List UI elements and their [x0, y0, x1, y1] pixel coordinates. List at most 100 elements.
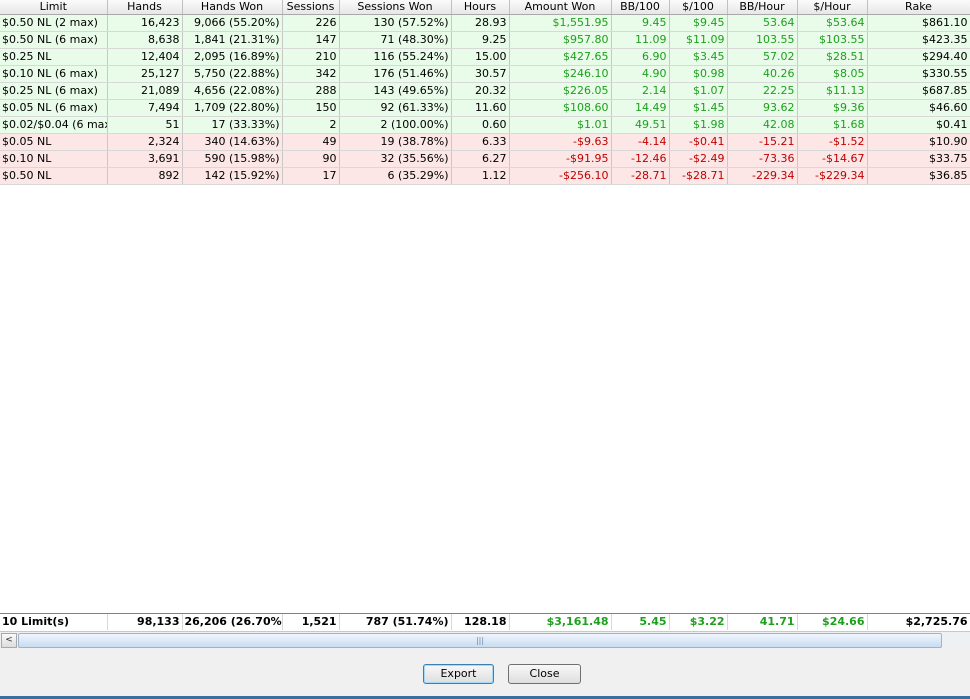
cell-limit: $0.10 NL (6 max): [0, 65, 108, 83]
table-row[interactable]: $0.50 NL 892 142 (15.92%) 17 6 (35.29%) 1.12-…: [0, 167, 970, 185]
cell-rake: $861.10: [867, 14, 970, 32]
cell-dollars-100: $1.98: [669, 116, 728, 134]
table-row[interactable]: $0.25 NL (6 max) 21,089 4,656 (22.08%) 288 1…: [0, 82, 970, 100]
column-header-hours[interactable]: Hours: [451, 0, 510, 15]
cell-hours: 15.00: [451, 48, 510, 66]
cell-rake: $36.85: [867, 167, 970, 185]
cell-limit: $0.50 NL (2 max): [0, 14, 108, 32]
column-header-bb-100[interactable]: BB/100: [611, 0, 670, 15]
cell-sessions-won: 143 (49.65%): [339, 82, 452, 100]
cell-rake: $33.75: [867, 150, 970, 168]
cell-sessions-won: 130 (57.52%): [339, 14, 452, 32]
cell-rake: $10.90: [867, 133, 970, 151]
totals-table: 10 Limit(s) 98,133 26,206 (26.70%) 1,521 787…: [0, 614, 970, 630]
column-header-hands-won[interactable]: Hands Won: [182, 0, 283, 15]
cell-hands-won: 9,066 (55.20%): [182, 14, 283, 32]
cell-hours: 1.12: [451, 167, 510, 185]
cell-bb-100: -12.46: [611, 150, 670, 168]
cell-limit: $0.05 NL: [0, 133, 108, 151]
cell-rake: $294.40: [867, 48, 970, 66]
cell-hands: 892: [107, 167, 183, 185]
cell-hands-won: 17 (33.33%): [182, 116, 283, 134]
cell-sessions: 90: [282, 150, 340, 168]
total-sessions: 1,521: [282, 614, 340, 630]
cell-hours: 11.60: [451, 99, 510, 117]
cell-dollars-100: $1.45: [669, 99, 728, 117]
table-row[interactable]: $0.05 NL 2,324 340 (14.63%) 49 19 (38.78%) 6.…: [0, 133, 970, 151]
cell-bb-100: 49.51: [611, 116, 670, 134]
table-row[interactable]: $0.10 NL 3,691 590 (15.98%) 90 32 (35.56%) 6.…: [0, 150, 970, 168]
cell-sessions-won: 19 (38.78%): [339, 133, 452, 151]
cell-hands: 16,423: [107, 14, 183, 32]
total-hands-won: 26,206 (26.70%): [182, 614, 283, 630]
cell-hands: 51: [107, 116, 183, 134]
table-row[interactable]: $0.05 NL (6 max) 7,494 1,709 (22.80%) 150 92…: [0, 99, 970, 117]
results-grid: Limit Hands Hands Won Sessions Sessions Won H…: [0, 0, 970, 631]
column-header-sessions[interactable]: Sessions: [282, 0, 340, 15]
column-header-hands[interactable]: Hands: [107, 0, 183, 15]
table-row[interactable]: $0.50 NL (6 max) 8,638 1,841 (21.31%) 147 71…: [0, 31, 970, 49]
cell-hands-won: 1,841 (21.31%): [182, 31, 283, 49]
cell-bb-hour: 40.26: [727, 65, 798, 83]
cell-hands: 12,404: [107, 48, 183, 66]
cell-sessions-won: 32 (35.56%): [339, 150, 452, 168]
cell-hours: 9.25: [451, 31, 510, 49]
table-row[interactable]: $0.50 NL (2 max) 16,423 9,066 (55.20%) 226 1…: [0, 14, 970, 32]
cell-hours: 6.27: [451, 150, 510, 168]
total-rake: $2,725.76: [867, 614, 970, 630]
column-header-dollars-hour[interactable]: $/Hour: [797, 0, 868, 15]
cell-bb-hour: -73.36: [727, 150, 798, 168]
cell-sessions: 226: [282, 14, 340, 32]
column-header-rake[interactable]: Rake: [867, 0, 970, 15]
limits-table: Limit Hands Hands Won Sessions Sessions Won H…: [0, 0, 970, 185]
table-row[interactable]: $0.10 NL (6 max) 25,127 5,750 (22.88%) 342 1…: [0, 65, 970, 83]
export-button[interactable]: Export: [423, 664, 494, 684]
cell-dollars-100: -$2.49: [669, 150, 728, 168]
cell-hands-won: 4,656 (22.08%): [182, 82, 283, 100]
cell-amount-won: $957.80: [509, 31, 612, 49]
horizontal-scrollbar[interactable]: < |||: [0, 631, 970, 649]
cell-bb-100: 4.90: [611, 65, 670, 83]
total-dollars-100: $3.22: [669, 614, 728, 630]
cell-sessions: 17: [282, 167, 340, 185]
cell-bb-100: 9.45: [611, 14, 670, 32]
cell-dollars-hour: -$14.67: [797, 150, 868, 168]
cell-bb-100: 6.90: [611, 48, 670, 66]
scroll-left-arrow-icon[interactable]: <: [1, 633, 17, 648]
cell-sessions: 147: [282, 31, 340, 49]
cell-rake: $330.55: [867, 65, 970, 83]
column-header-sessions-won[interactable]: Sessions Won: [339, 0, 452, 15]
table-body: $0.50 NL (2 max) 16,423 9,066 (55.20%) 226 1…: [0, 14, 970, 185]
cell-sessions: 49: [282, 133, 340, 151]
cell-limit: $0.25 NL (6 max): [0, 82, 108, 100]
cell-bb-100: -28.71: [611, 167, 670, 185]
cell-bb-hour: -15.21: [727, 133, 798, 151]
cell-rake: $46.60: [867, 99, 970, 117]
table-row[interactable]: $0.02/$0.04 (6 max) 51 17 (33.33%) 2 2 (100.…: [0, 116, 970, 134]
table-row[interactable]: $0.25 NL 12,404 2,095 (16.89%) 210 116 (55.2…: [0, 48, 970, 66]
cell-dollars-hour: $28.51: [797, 48, 868, 66]
scrollbar-grip-icon: |||: [475, 636, 485, 645]
cell-hours: 0.60: [451, 116, 510, 134]
column-header-bb-hour[interactable]: BB/Hour: [727, 0, 798, 15]
cell-bb-hour: 42.08: [727, 116, 798, 134]
cell-hands: 25,127: [107, 65, 183, 83]
cell-sessions-won: 2 (100.00%): [339, 116, 452, 134]
cell-dollars-100: -$28.71: [669, 167, 728, 185]
cell-hands-won: 2,095 (16.89%): [182, 48, 283, 66]
cell-rake: $423.35: [867, 31, 970, 49]
cell-bb-hour: -229.34: [727, 167, 798, 185]
cell-dollars-100: $0.98: [669, 65, 728, 83]
column-header-amount-won[interactable]: Amount Won: [509, 0, 612, 15]
cell-sessions-won: 6 (35.29%): [339, 167, 452, 185]
cell-bb-hour: 22.25: [727, 82, 798, 100]
cell-sessions-won: 71 (48.30%): [339, 31, 452, 49]
column-header-limit[interactable]: Limit: [0, 0, 108, 15]
close-button[interactable]: Close: [508, 664, 581, 684]
cell-hours: 30.57: [451, 65, 510, 83]
scrollbar-thumb[interactable]: |||: [18, 633, 942, 648]
cell-sessions: 342: [282, 65, 340, 83]
column-header-dollars-100[interactable]: $/100: [669, 0, 728, 15]
cell-sessions: 210: [282, 48, 340, 66]
cell-amount-won: -$9.63: [509, 133, 612, 151]
